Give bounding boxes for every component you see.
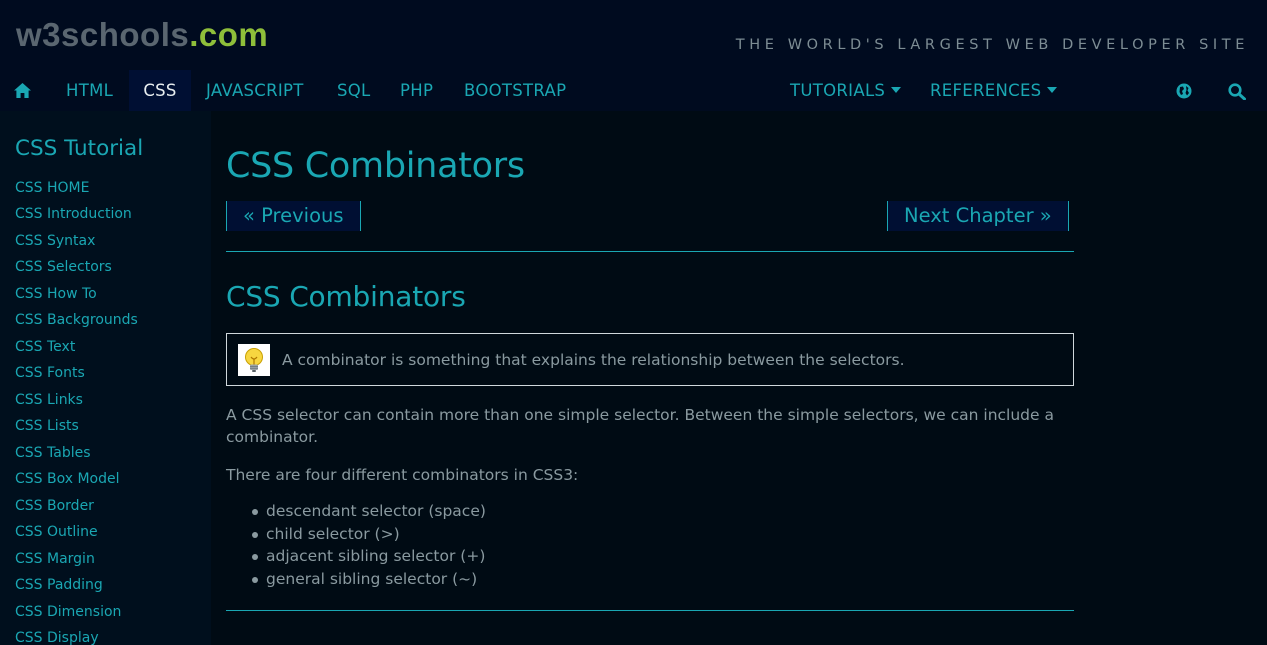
sidebar-item-css-padding[interactable]: CSS Padding — [15, 577, 103, 593]
sidebar-item-css-selectors[interactable]: CSS Selectors — [15, 259, 112, 275]
top-navigation: HTML CSS JAVASCRIPT SQL PHP BOOTSTRAP TU… — [0, 70, 1267, 111]
sidebar-item-css-dimension[interactable]: CSS Dimension — [15, 604, 121, 620]
sidebar-item-css-syntax[interactable]: CSS Syntax — [15, 233, 95, 249]
sidebar-item-css-box-model[interactable]: CSS Box Model — [15, 471, 120, 487]
sidebar-item-css-margin[interactable]: CSS Margin — [15, 551, 95, 567]
references-label: REFERENCES — [930, 81, 1042, 100]
sidebar-item-css-lists[interactable]: CSS Lists — [15, 418, 79, 434]
nav-bootstrap[interactable]: BOOTSTRAP — [464, 70, 566, 111]
sidebar-item-css-home[interactable]: CSS HOME — [15, 180, 89, 196]
sidebar-item-css-border[interactable]: CSS Border — [15, 498, 94, 514]
intro-paragraph: A CSS selector can contain more than one… — [226, 406, 1054, 446]
globe-icon — [1176, 83, 1192, 99]
list-item: child selector (>) — [252, 525, 400, 543]
previous-button[interactable]: « Previous — [226, 201, 361, 231]
logo-tld: .com — [189, 16, 269, 53]
sidebar-item-css-outline[interactable]: CSS Outline — [15, 524, 98, 540]
home-icon — [14, 83, 31, 98]
tutorials-label: TUTORIALS — [790, 81, 886, 100]
note-text: A combinator is something that explains … — [282, 351, 905, 369]
sidebar-item-css-how-to[interactable]: CSS How To — [15, 286, 97, 302]
list-item: adjacent sibling selector (+) — [251, 547, 486, 565]
sidebar-item-css-tables[interactable]: CSS Tables — [15, 445, 91, 461]
logo-name: w3schools — [16, 16, 190, 53]
sidebar-item-css-text[interactable]: CSS Text — [15, 339, 75, 355]
main-content: CSS Combinators « Previous Next Chapter … — [211, 111, 1267, 645]
caret-down-icon — [891, 86, 902, 93]
sidebar-item-css-introduction[interactable]: CSS Introduction — [15, 206, 132, 222]
nav-php[interactable]: PHP — [400, 70, 433, 111]
caret-down-icon — [1047, 86, 1058, 93]
divider — [226, 251, 1074, 252]
combinators-intro: There are four different combinators in … — [226, 466, 579, 484]
list-item: descendant selector (space) — [252, 502, 486, 520]
sidebar: CSS Tutorial CSS HOME CSS Introduction C… — [0, 111, 211, 645]
section-title: CSS Combinators — [226, 280, 466, 313]
search-icon — [1228, 83, 1246, 100]
next-chapter-button[interactable]: Next Chapter » — [887, 201, 1069, 231]
sidebar-item-css-backgrounds[interactable]: CSS Backgrounds — [15, 312, 138, 328]
references-dropdown[interactable]: REFERENCES — [930, 70, 1058, 111]
nav-sql[interactable]: SQL — [337, 70, 371, 111]
page-title: CSS Combinators — [226, 146, 525, 186]
site-tagline: THE WORLD'S LARGEST WEB DEVELOPER SITE — [735, 37, 1249, 53]
sidebar-item-css-display[interactable]: CSS Display — [15, 630, 99, 645]
nav-javascript[interactable]: JAVASCRIPT — [206, 70, 304, 111]
list-item: general sibling selector (~) — [251, 570, 478, 588]
site-logo[interactable]: w3schools.com — [16, 18, 268, 51]
sidebar-item-css-links[interactable]: CSS Links — [15, 392, 83, 408]
divider — [226, 610, 1074, 611]
nav-html[interactable]: HTML — [66, 70, 113, 111]
site-header: w3schools.com THE WORLD'S LARGEST WEB DE… — [0, 0, 1267, 70]
tutorials-dropdown[interactable]: TUTORIALS — [790, 70, 902, 111]
lightbulb-icon — [238, 344, 270, 376]
sidebar-item-css-fonts[interactable]: CSS Fonts — [15, 365, 85, 381]
note-box: A combinator is something that explains … — [226, 333, 1074, 386]
nav-css[interactable]: CSS — [129, 70, 191, 111]
sidebar-title: CSS Tutorial — [15, 136, 144, 161]
